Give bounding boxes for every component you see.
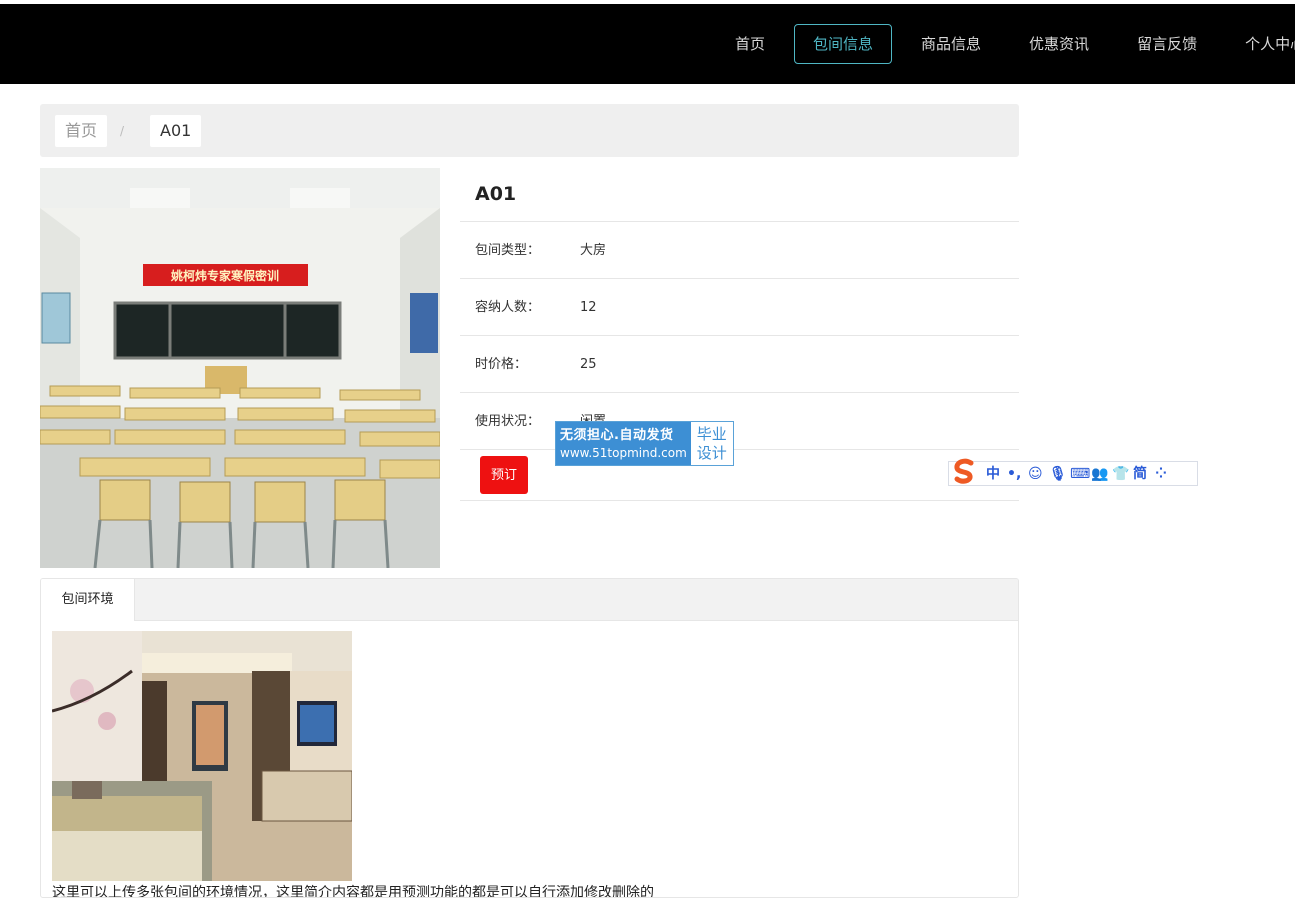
room-name: A01	[460, 168, 1019, 222]
ime-user-icon[interactable]: 👥	[1091, 463, 1108, 485]
ime-skin-icon[interactable]: 👕	[1112, 463, 1129, 485]
room-capacity-label: 容纳人数：	[475, 300, 541, 315]
room-type-row: 包间类型： 大房	[460, 222, 1019, 279]
watermark-line1: 无须担心.自动发货	[560, 427, 674, 443]
watermark-left: 无须担心.自动发货 www.51topmind.com	[556, 422, 691, 465]
watermark-badge: 无须担心.自动发货 www.51topmind.com 毕业 设计	[555, 421, 734, 466]
watermark-right2: 设计	[696, 443, 727, 462]
ime-voice-icon[interactable]: 🎙	[1049, 463, 1067, 485]
sogou-logo-icon[interactable]	[951, 457, 979, 485]
classroom-illustration: 姚柯炜专家寒假密训	[40, 168, 440, 568]
banner-text: 姚柯炜专家寒假密训	[170, 268, 279, 283]
nav-item-feedback[interactable]: 留言反馈	[1118, 24, 1216, 64]
watermark-line2: www.51topmind.com	[560, 445, 687, 460]
tab-header: 包间环境	[41, 579, 1018, 621]
booking-row: 预订	[460, 450, 1019, 501]
top-navbar: 首页 包间信息 商品信息 优惠资讯 留言反馈 个人中心	[0, 4, 1295, 84]
room-detail: A01 包间类型： 大房 容纳人数： 12 时价格： 25 使用状况： 闲置 预…	[460, 168, 1019, 501]
room-price-label: 时价格：	[475, 357, 528, 372]
nav-item-profile[interactable]: 个人中心	[1226, 24, 1295, 64]
watermark-right: 毕业 设计	[691, 422, 733, 465]
environment-description: 这里可以上传多张包间的环境情况，这里简介内容都是用预测功能的都是可以自行添加修改…	[52, 885, 654, 898]
nav-item-products[interactable]: 商品信息	[902, 24, 1000, 64]
room-price-row: 时价格： 25	[460, 336, 1019, 393]
room-type-value: 大房	[580, 243, 607, 258]
watermark-right1: 毕业	[696, 424, 727, 443]
room-status-row: 使用状况： 闲置	[460, 393, 1019, 450]
ime-keyboard-icon[interactable]: ⌨	[1070, 463, 1090, 485]
nav-item-promotions[interactable]: 优惠资讯	[1010, 24, 1108, 64]
room-capacity-value: 12	[580, 300, 597, 315]
breadcrumb: 首页 / A01	[40, 104, 1019, 157]
room-capacity-row: 容纳人数： 12	[460, 279, 1019, 336]
ime-menu-icon[interactable]: ⁘	[1154, 463, 1168, 485]
tab-environment[interactable]: 包间环境	[41, 579, 135, 621]
nav-menu: 首页 包间信息 商品信息 优惠资讯 留言反馈 个人中心	[716, 24, 1295, 64]
environment-photo	[52, 631, 352, 881]
breadcrumb-current: A01	[150, 115, 202, 147]
hotel-room-illustration	[52, 631, 352, 881]
nav-item-rooms[interactable]: 包间信息	[794, 24, 893, 64]
environment-panel: 包间环境 这里可以上传多张包间的环境情况，这里简介内容都是用预测功能的都是可以自…	[40, 578, 1019, 898]
room-type-label: 包间类型：	[475, 243, 541, 258]
book-button[interactable]: 预订	[480, 456, 528, 494]
ime-toolbar: 中 •, ☺ 🎙 ⌨ 👥 👕 简 ⁘	[948, 458, 1198, 486]
tab-content: 这里可以上传多张包间的环境情况，这里简介内容都是用预测功能的都是可以自行添加修改…	[41, 621, 1018, 897]
ime-simplified[interactable]: 简	[1133, 463, 1147, 485]
room-price-value: 25	[580, 357, 597, 372]
room-main-photo: 姚柯炜专家寒假密训	[40, 168, 440, 568]
breadcrumb-separator: /	[120, 124, 125, 138]
ime-punctuation[interactable]: •,	[1007, 463, 1021, 485]
nav-item-home[interactable]: 首页	[716, 24, 784, 64]
room-status-label: 使用状况：	[475, 414, 541, 429]
ime-emoji-icon[interactable]: ☺	[1028, 463, 1043, 485]
ime-chinese-mode[interactable]: 中	[986, 463, 1000, 485]
breadcrumb-home-link[interactable]: 首页	[55, 115, 108, 147]
